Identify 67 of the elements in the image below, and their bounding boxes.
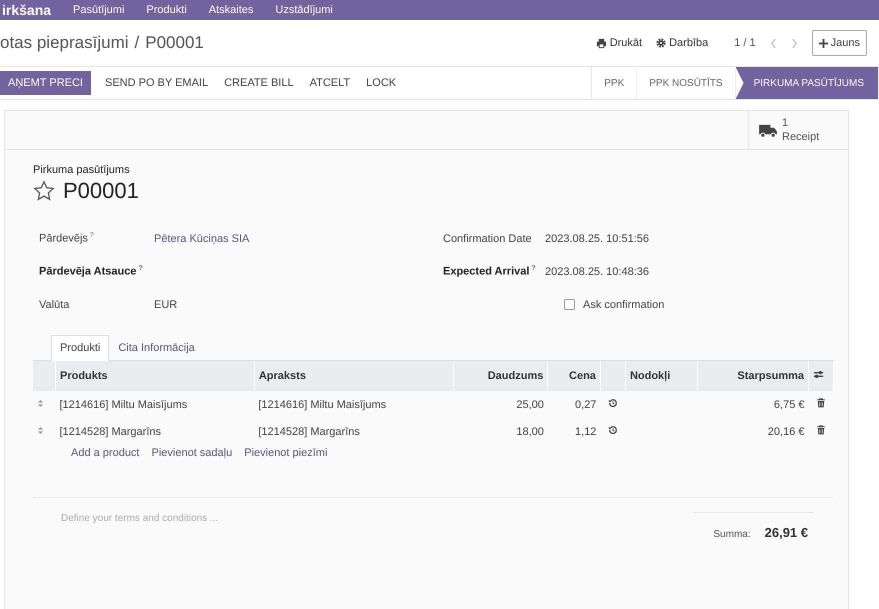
total-value: 26,91 € — [764, 525, 808, 540]
trash-icon[interactable] — [817, 398, 825, 408]
table-cell: 6,75 € — [698, 391, 808, 418]
table-cell: 0,27 — [548, 391, 600, 418]
action-button[interactable]: ATCELT — [304, 72, 356, 94]
star-icon[interactable] — [33, 180, 55, 202]
form-subtitle: Pirkuma pasūtījums — [33, 164, 131, 176]
table-cell-text: 1,12 — [574, 424, 598, 440]
plus-icon — [818, 38, 828, 48]
history-icon[interactable] — [608, 425, 618, 435]
menu-item[interactable]: Pasūtījumi — [73, 4, 124, 16]
field-value: 2023.08.25. 10:48:36 — [545, 266, 649, 278]
truck-icon — [759, 122, 778, 138]
table-cell-text: 20,16 € — [766, 424, 806, 440]
menu-item[interactable]: Uzstādījumi — [275, 4, 333, 16]
field-label: Confirmation Date — [443, 232, 533, 244]
field-label: Expected Arrival $^{?}$ — [443, 265, 537, 278]
tab[interactable]: Cita Informācija — [109, 335, 204, 361]
field-value[interactable]: Pētera Kūciņas SIA — [154, 232, 250, 244]
action-button[interactable]: SEND PO BY EMAIL — [98, 72, 214, 94]
table-cell: 25,00 — [453, 391, 548, 418]
total-label: Summa: — [713, 529, 751, 540]
table-cell-text: [1214528] Margarīns — [58, 424, 162, 440]
column-header[interactable]: Nodokļi — [625, 361, 698, 391]
action-button[interactable]: AŅEMT PRECI — [0, 71, 91, 95]
column-header[interactable]: Cena — [548, 361, 600, 391]
tab[interactable]: Produkti — [51, 335, 110, 361]
settings-icon — [656, 38, 666, 48]
column-header[interactable]: Apraksts — [254, 361, 454, 391]
pager-counter: 1 / 1 — [734, 37, 756, 49]
action-button[interactable]: CREATE BILL — [218, 72, 300, 94]
table-cell: [1214616] Miltu Maisījums — [254, 391, 454, 418]
trash-icon[interactable] — [817, 425, 825, 435]
checkbox[interactable] — [564, 299, 575, 310]
column-header[interactable]: Starpsumma — [698, 361, 808, 391]
add-line-link[interactable]: Pievienot sadaļu — [152, 447, 232, 459]
print-button[interactable]: Drukāt — [596, 37, 642, 49]
column-header[interactable]: Daudzums — [453, 361, 548, 391]
table-cell: [1214616] Miltu Maisījums — [56, 391, 254, 418]
add-line-link[interactable]: Pievienot piezīmi — [244, 447, 328, 459]
record-name: P00001 — [63, 178, 139, 204]
printer-icon — [596, 38, 607, 48]
column-settings-icon[interactable] — [813, 369, 824, 380]
app-name[interactable]: irkšana — [2, 2, 52, 18]
action-button[interactable]: LOCK — [360, 72, 402, 94]
new-button[interactable]: Jauns — [812, 30, 867, 56]
field-value: EUR — [154, 298, 178, 310]
field-label: Valūta — [38, 298, 70, 310]
table-cell-text: [1214528] Margarīns — [257, 424, 361, 440]
field-value: 2023.08.25. 10:51:56 — [545, 232, 649, 244]
terms-field[interactable]: Define your terms and conditions ... — [59, 512, 363, 525]
field-label: Pārdevējs $^{?}$ — [38, 232, 95, 245]
column-header[interactable]: Produkts — [56, 361, 254, 391]
add-line-link[interactable]: Add a product — [71, 447, 140, 459]
drag-handle-icon[interactable] — [37, 398, 44, 408]
breadcrumb-link[interactable]: otas pieprasījumi — [0, 33, 129, 53]
breadcrumb-separator: / — [134, 33, 140, 53]
menu-item[interactable]: Atskaites — [208, 4, 254, 16]
action-button[interactable]: Darbība — [656, 37, 708, 49]
checkbox-label: Ask confirmation — [583, 298, 664, 310]
field-label: Pārdevēja Atsauce $^{?}$ — [38, 265, 144, 278]
breadcrumb-current: P00001 — [145, 33, 204, 53]
table-cell-text: 18,00 — [515, 424, 545, 440]
menu-item[interactable]: Produkti — [146, 4, 187, 16]
status-stage[interactable]: PIRKUMA PASŪTĪJUMS — [736, 67, 879, 99]
history-icon[interactable] — [608, 398, 618, 408]
drag-handle-icon[interactable] — [37, 426, 44, 434]
